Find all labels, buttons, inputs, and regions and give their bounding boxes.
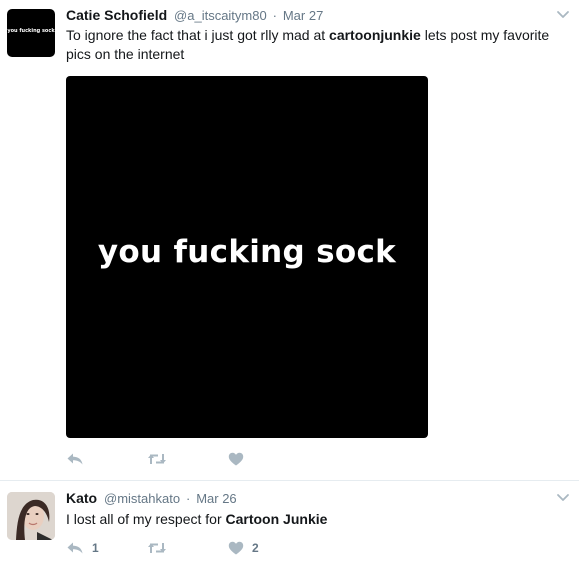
avatar[interactable] xyxy=(7,492,55,540)
display-name[interactable]: Kato xyxy=(66,490,97,506)
reply-icon xyxy=(66,452,84,466)
chevron-down-icon[interactable] xyxy=(555,491,571,505)
avatar-caption: you fucking sock xyxy=(7,28,55,34)
retweet-button[interactable] xyxy=(147,539,175,557)
timestamp[interactable]: Mar 27 xyxy=(283,8,323,23)
reply-button[interactable] xyxy=(66,450,92,468)
like-button[interactable]: 2 xyxy=(228,539,259,557)
tweet-feed: you fucking sock Catie Schofield @a_itsc… xyxy=(0,0,579,562)
tweet[interactable]: you fucking sock Catie Schofield @a_itsc… xyxy=(0,0,579,481)
heart-icon xyxy=(228,541,244,555)
like-button[interactable] xyxy=(228,450,252,468)
separator-dot: · xyxy=(185,491,191,506)
tweet-text: I lost all of my respect for Cartoon Jun… xyxy=(66,510,566,529)
retweet-icon xyxy=(147,452,167,466)
mention-link[interactable]: cartoonjunkie xyxy=(329,27,421,43)
tweet-text: To ignore the fact that i just got rlly … xyxy=(66,26,566,64)
tweet-text-part: I lost all of my respect for xyxy=(66,511,226,527)
reply-icon xyxy=(66,541,84,555)
reply-count: 1 xyxy=(92,541,99,555)
username[interactable]: @mistahkato xyxy=(104,491,180,506)
chevron-down-icon[interactable] xyxy=(555,8,571,22)
heart-icon xyxy=(228,452,244,466)
avatar-photo xyxy=(7,492,55,540)
retweet-button[interactable] xyxy=(147,450,175,468)
retweet-icon xyxy=(147,541,167,555)
tweet[interactable]: Kato @mistahkato · Mar 26 I lost all of … xyxy=(0,481,579,562)
tweet-text-part: To ignore the fact that i just got rlly … xyxy=(66,27,330,43)
avatar[interactable]: you fucking sock xyxy=(7,9,55,57)
mention-link[interactable]: Cartoon Junkie xyxy=(226,511,328,527)
tweet-header: Catie Schofield @a_itscaitym80 · Mar 27 xyxy=(66,7,323,25)
like-count: 2 xyxy=(252,541,259,555)
timestamp[interactable]: Mar 26 xyxy=(196,491,236,506)
separator-dot: · xyxy=(272,8,277,23)
tweet-header: Kato @mistahkato · Mar 26 xyxy=(66,490,237,508)
display-name[interactable]: Catie Schofield xyxy=(66,7,167,23)
tweet-media-image[interactable]: you fucking sock xyxy=(66,76,428,438)
media-caption: you fucking sock xyxy=(97,234,397,270)
username[interactable]: @a_itscaitym80 xyxy=(174,8,267,23)
reply-button[interactable]: 1 xyxy=(66,539,99,557)
